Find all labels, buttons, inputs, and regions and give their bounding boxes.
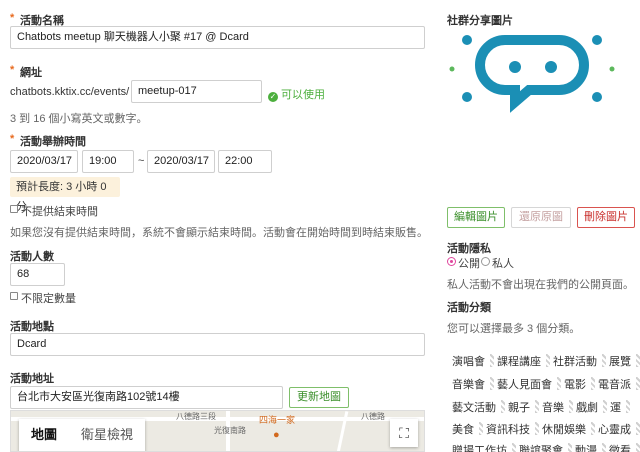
logo-dot <box>449 66 455 72</box>
end-time-input[interactable]: 22:00 <box>218 150 272 173</box>
logo-eye <box>509 61 521 73</box>
map-type-control: 地圖 衛星檢視 <box>19 419 146 451</box>
privacy-hint: 私人活動不會出現在我們的公開頁面。 <box>447 279 634 291</box>
category-row: 美食 資訊科技 休閒娛樂 心靈成 <box>452 421 640 437</box>
category-tag[interactable]: 心靈成 <box>598 421 640 437</box>
category-tag[interactable]: 藝文活動 <box>452 399 505 415</box>
category-tag[interactable]: 藝人見面會 <box>497 376 561 392</box>
address-input[interactable]: 台北市大安區光復南路102號14樓 <box>10 386 283 409</box>
event-name-input[interactable]: Chatbots meetup 聊天機器人小聚 #17 @ Dcard <box>10 26 425 49</box>
unlimited-checkbox[interactable] <box>10 292 18 300</box>
venue-label: 活動地點 <box>10 321 54 333</box>
url-label: 網址 <box>20 67 42 79</box>
logo-dot <box>592 92 602 102</box>
map-pin-icon[interactable]: ● <box>273 429 280 441</box>
start-time-input[interactable]: 19:00 <box>82 150 134 173</box>
end-date-input[interactable]: 2020/03/17 <box>147 150 215 173</box>
map-view[interactable]: 八德路三段 光復南路 八德路 四海一家 ● 地圖 衛星檢視 ⛶ <box>10 410 425 452</box>
attendees-label: 活動人數 <box>10 251 54 263</box>
privacy-private-radio[interactable] <box>481 257 490 266</box>
logo-dot <box>609 66 615 72</box>
venue-input[interactable]: Dcard <box>10 333 425 356</box>
privacy-label: 活動隱私 <box>447 243 491 255</box>
required-marker: * <box>10 133 15 145</box>
address-label: 活動地址 <box>10 373 54 385</box>
category-tag[interactable]: 運 <box>610 399 630 415</box>
map-road-label: 光復南路 <box>214 426 246 435</box>
privacy-public-label: 公開 <box>458 258 480 270</box>
category-tag[interactable]: 音樂會 <box>452 376 494 392</box>
category-tag[interactable]: 課程講座 <box>497 353 550 369</box>
map-road-label: 八德路三段 <box>176 412 216 421</box>
category-tag[interactable]: 社群活動 <box>553 353 606 369</box>
url-hint: 3 到 16 個小寫英文或數字。 <box>10 113 148 125</box>
edit-image-button[interactable]: 編輯圖片 <box>447 207 505 228</box>
logo-dot <box>462 35 472 45</box>
category-tag[interactable]: 親子 <box>508 399 539 415</box>
category-tag[interactable]: 美食 <box>452 421 483 437</box>
category-row: 藝文活動 親子 音樂 戲劇 運 <box>452 399 633 415</box>
category-tag[interactable]: 電影 <box>564 376 595 392</box>
category-tag[interactable]: 休閒娛樂 <box>542 421 595 437</box>
privacy-public-radio[interactable] <box>447 257 456 266</box>
check-circle-icon: ✓ <box>268 92 278 102</box>
date-separator: ~ <box>138 155 145 167</box>
map-poi-label[interactable]: 四海一家 <box>259 413 295 426</box>
logo-dot <box>592 35 602 45</box>
privacy-private-label: 私人 <box>492 258 514 270</box>
delete-image-button[interactable]: 刪除圖片 <box>577 207 635 228</box>
logo-dot <box>462 92 472 102</box>
logo-bubble <box>475 35 589 113</box>
logo-eye <box>545 61 557 73</box>
schedule-label: 活動舉辦時間 <box>20 136 86 148</box>
required-marker: * <box>10 12 15 24</box>
category-hint: 您可以選擇最多 3 個分類。 <box>447 323 581 335</box>
chatbot-logo-image <box>449 35 615 113</box>
url-status-text: 可以使用 <box>281 89 325 101</box>
category-label: 活動分類 <box>447 302 491 314</box>
required-marker: * <box>10 64 15 76</box>
category-row: 演唱會 課程講座 社群活動 展覽 <box>452 353 640 369</box>
category-tag[interactable]: 聯誼聚會 <box>519 442 572 452</box>
category-tag[interactable]: 資訊科技 <box>486 421 539 437</box>
no-end-time-hint: 如果您沒有提供結束時間，系統不會顯示結束時間。活動會在開始時間到時結束販售。 <box>10 227 428 239</box>
map-tab-map[interactable]: 地圖 <box>19 419 69 451</box>
no-end-time-checkbox[interactable] <box>10 205 18 213</box>
update-map-button[interactable]: 更新地圖 <box>289 387 349 408</box>
category-row: 贈場工作坊 聯誼聚會 動漫 徵看 <box>452 442 640 452</box>
map-tab-satellite[interactable]: 衛星檢視 <box>69 419 145 451</box>
category-tag[interactable]: 展覽 <box>609 353 640 369</box>
url-slug-input[interactable]: meetup-017 <box>131 80 262 103</box>
fullscreen-icon[interactable]: ⛶ <box>390 419 418 447</box>
category-row: 音樂會 藝人見面會 電影 電音派 <box>452 376 640 392</box>
category-tag[interactable]: 贈場工作坊 <box>452 442 516 452</box>
duration-badge: 預計長度: 3 小時 0 分 <box>10 177 120 213</box>
attendees-input[interactable]: 68 <box>10 263 65 286</box>
start-date-input[interactable]: 2020/03/17 <box>10 150 78 173</box>
url-prefix: chatbots.kktix.cc/events/ <box>10 86 130 98</box>
url-status: ✓ 可以使用 <box>268 86 325 102</box>
category-tag[interactable]: 動漫 <box>575 442 606 452</box>
map-road-label: 八德路 <box>361 412 385 421</box>
no-end-time-label: 不提供結束時間 <box>21 206 98 218</box>
category-tag[interactable]: 演唱會 <box>452 353 494 369</box>
category-tag[interactable]: 電音派 <box>598 376 640 392</box>
category-tag[interactable]: 徵看 <box>609 442 640 452</box>
category-tag[interactable]: 音樂 <box>542 399 573 415</box>
unlimited-label: 不限定數量 <box>21 293 76 305</box>
category-tag[interactable]: 戲劇 <box>576 399 607 415</box>
restore-image-button[interactable]: 還原原圖 <box>511 207 571 228</box>
